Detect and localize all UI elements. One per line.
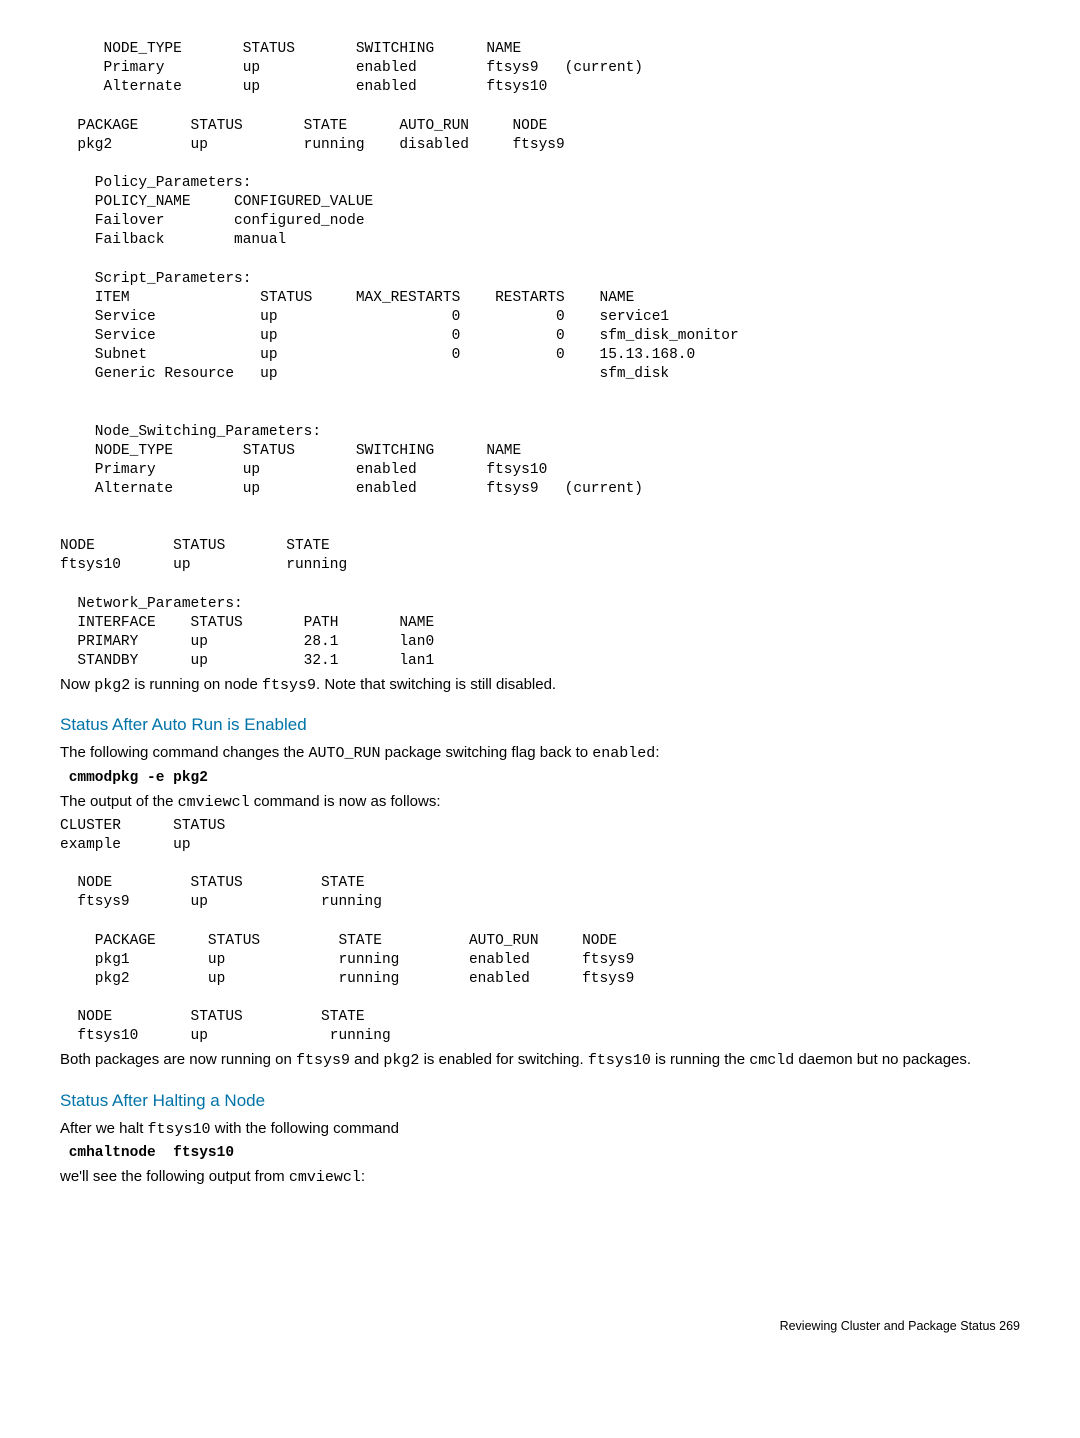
- body-para-3: The output of the cmviewcl command is no…: [60, 792, 1020, 813]
- page-footer: Reviewing Cluster and Package Status 269: [60, 1318, 1020, 1335]
- body-para-4: Both packages are now running on ftsys9 …: [60, 1050, 1020, 1071]
- text: After we halt: [60, 1120, 148, 1137]
- heading-status-after-halting: Status After Halting a Node: [60, 1090, 1020, 1113]
- text: :: [655, 744, 659, 761]
- code-pkg2: pkg2: [94, 677, 130, 694]
- code-ftsys10: ftsys10: [588, 1052, 651, 1069]
- command-cmmodpkg: cmmodpkg -e pkg2: [60, 769, 1020, 788]
- code-cmviewcl-1: cmviewcl: [178, 794, 250, 811]
- code-enabled: enabled: [592, 745, 655, 762]
- text: is enabled for switching.: [419, 1051, 587, 1068]
- code-ftsys10-2: ftsys10: [148, 1121, 211, 1138]
- body-para-1: Now pkg2 is running on node ftsys9. Note…: [60, 675, 1020, 696]
- text: The output of the: [60, 793, 178, 810]
- text: Now: [60, 676, 94, 693]
- text: we'll see the following output from: [60, 1168, 289, 1185]
- terminal-output-2: CLUSTER STATUS example up NODE STATUS ST…: [60, 817, 1020, 1047]
- command-text: cmmodpkg -e pkg2: [60, 770, 208, 786]
- text: . Note that switching is still disabled.: [316, 676, 556, 693]
- text: is running on node: [130, 676, 262, 693]
- code-pkg2-2: pkg2: [383, 1052, 419, 1069]
- code-cmcld: cmcld: [749, 1052, 794, 1069]
- command-text: cmhaltnode ftsys10: [60, 1145, 234, 1161]
- command-cmhaltnode: cmhaltnode ftsys10: [60, 1144, 1020, 1163]
- code-ftsys9: ftsys9: [262, 677, 316, 694]
- heading-status-after-auto-run: Status After Auto Run is Enabled: [60, 714, 1020, 737]
- terminal-output-1: NODE_TYPE STATUS SWITCHING NAME Primary …: [60, 40, 1020, 671]
- text: daemon but no packages.: [794, 1051, 971, 1068]
- code-cmviewcl-2: cmviewcl: [289, 1169, 361, 1186]
- code-ftsys9-2: ftsys9: [296, 1052, 350, 1069]
- text: Both packages are now running on: [60, 1051, 296, 1068]
- text: :: [361, 1168, 365, 1185]
- text: package switching flag back to: [381, 744, 593, 761]
- text: and: [350, 1051, 383, 1068]
- text: The following command changes the: [60, 744, 308, 761]
- text: with the following command: [211, 1120, 399, 1137]
- text: command is now as follows:: [250, 793, 441, 810]
- body-para-6: we'll see the following output from cmvi…: [60, 1167, 1020, 1188]
- body-para-2: The following command changes the AUTO_R…: [60, 743, 1020, 764]
- text: is running the: [651, 1051, 749, 1068]
- body-para-5: After we halt ftsys10 with the following…: [60, 1119, 1020, 1140]
- code-auto-run: AUTO_RUN: [308, 745, 380, 762]
